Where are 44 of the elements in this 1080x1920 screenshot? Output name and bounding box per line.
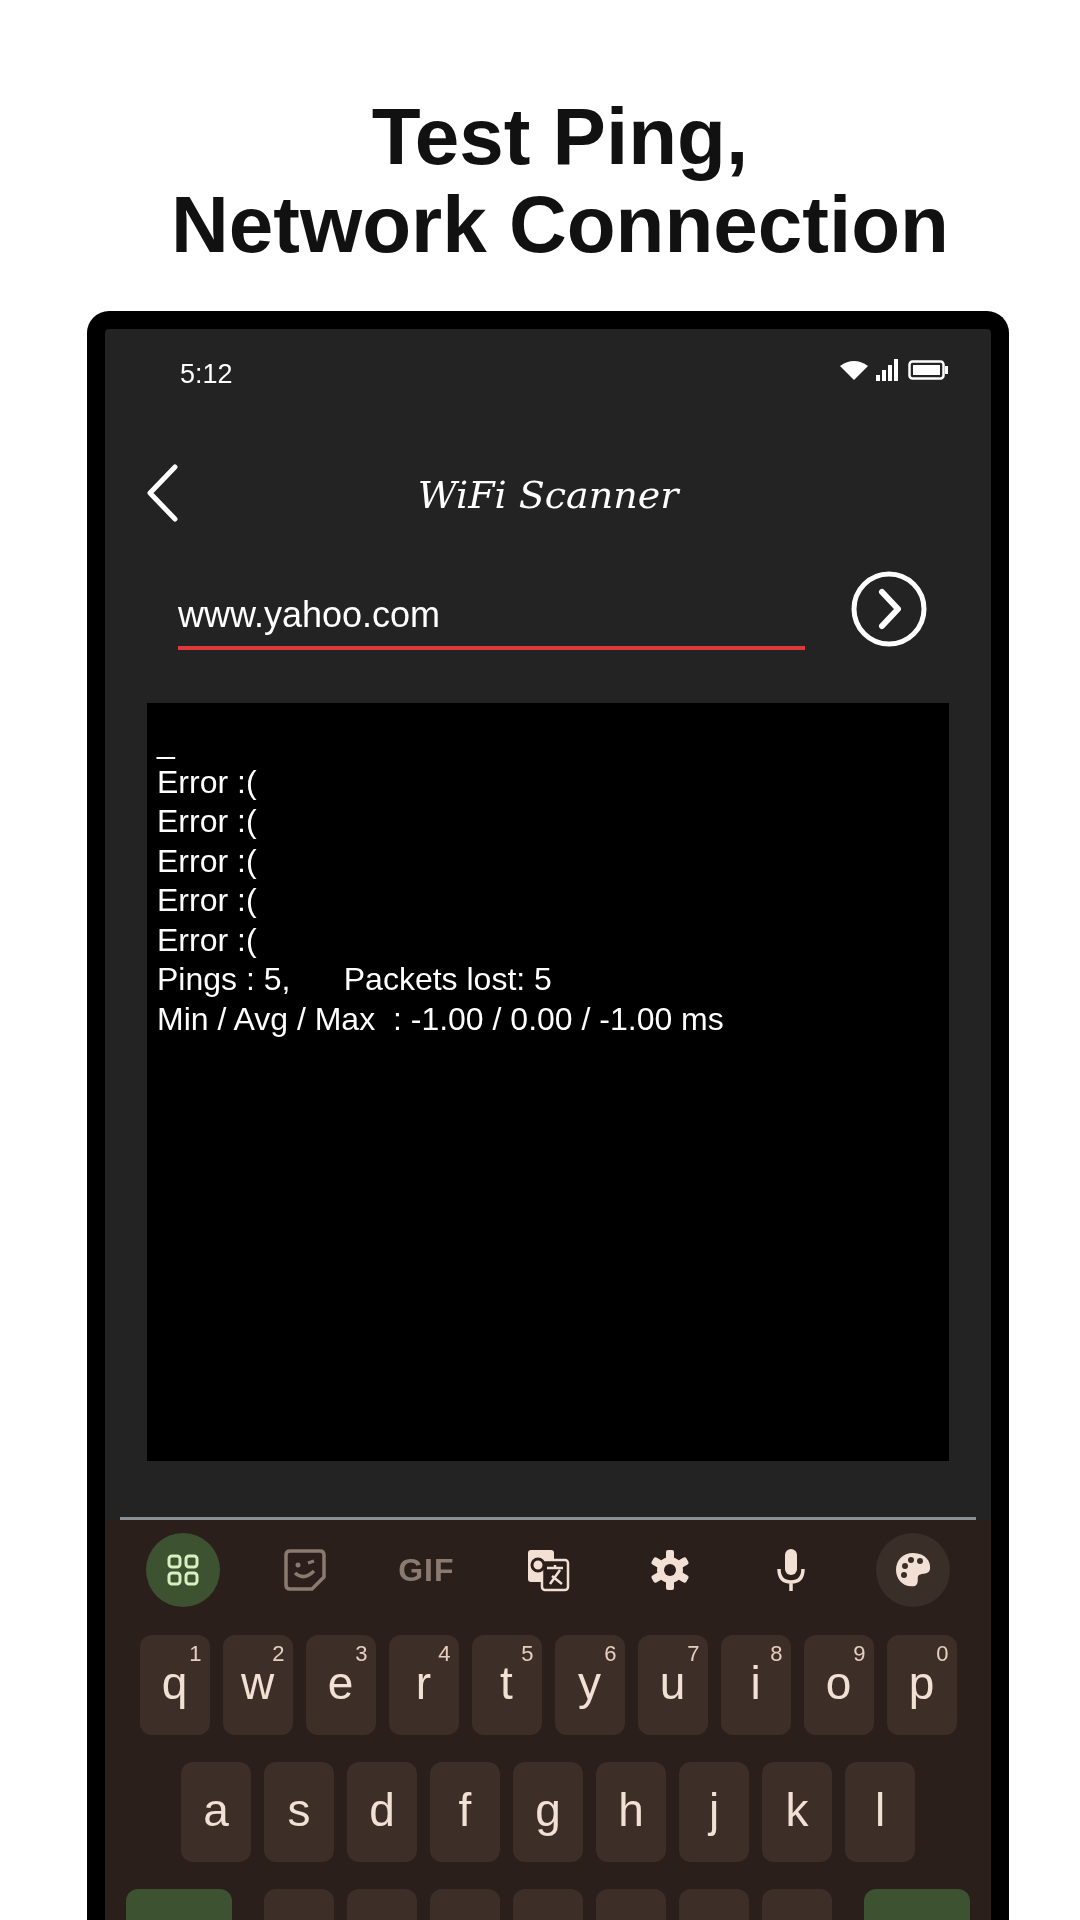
keyboard-key[interactable]: g: [513, 1762, 583, 1862]
sticker-icon[interactable]: [281, 1547, 328, 1593]
key-hint: 1: [189, 1641, 202, 1667]
keyboard-key[interactable]: k: [762, 1762, 832, 1862]
console-line: Error :(: [157, 841, 258, 881]
console-line: Error :(: [157, 881, 258, 920]
key-hint: 8: [770, 1641, 783, 1667]
keyboard-key[interactable]: a: [181, 1762, 251, 1862]
host-field[interactable]: www.yahoo.com: [178, 584, 805, 650]
translate-icon[interactable]: [525, 1548, 570, 1592]
key-hint: 5: [521, 1641, 534, 1667]
back-icon[interactable]: [145, 464, 179, 522]
palette-icon[interactable]: [875, 1533, 950, 1607]
console-line: Error :(: [157, 802, 258, 841]
battery-icon: [908, 360, 948, 380]
headline: Test Ping,: [370, 92, 749, 181]
key-hint: 3: [355, 1641, 368, 1667]
keyboard-key[interactable]: j: [679, 1762, 749, 1862]
keyboard-key[interactable]: s: [264, 1762, 334, 1862]
keyboard-key[interactable]: i 8: [720, 1635, 791, 1735]
headline: Network Connection: [170, 180, 949, 269]
status-time: 5:12: [180, 358, 233, 390]
wifi-icon: [840, 360, 868, 380]
key-hint: 6: [604, 1641, 617, 1667]
keyboard-key[interactable]: f: [430, 1762, 500, 1862]
key-hint: 9: [853, 1641, 866, 1667]
microphone-icon[interactable]: [775, 1547, 808, 1593]
keyboard-key[interactable]: d: [347, 1762, 417, 1862]
console-line: _: [157, 723, 176, 762]
keyboard-key[interactable]: h: [596, 1762, 666, 1862]
app-title: WiFi Scanner: [417, 473, 679, 517]
gif-button[interactable]: GIF: [398, 1551, 455, 1589]
go-button[interactable]: [850, 570, 928, 648]
console-line: Error :(: [157, 762, 258, 802]
apps-grid-icon[interactable]: [146, 1533, 220, 1607]
key-hint: 2: [272, 1641, 285, 1667]
console-line: Error :(: [157, 920, 258, 960]
key-hint: 4: [438, 1641, 451, 1667]
console-line: Pings : 5, Packets lost: 5: [157, 960, 553, 999]
signal-icon: [876, 359, 900, 381]
console-line: Min / Avg / Max : -1.00 / 0.00 / -1.00 ms: [157, 999, 725, 1039]
keyboard-key[interactable]: l: [845, 1762, 915, 1862]
key-hint: 7: [687, 1641, 700, 1667]
key-hint: 0: [936, 1641, 949, 1667]
